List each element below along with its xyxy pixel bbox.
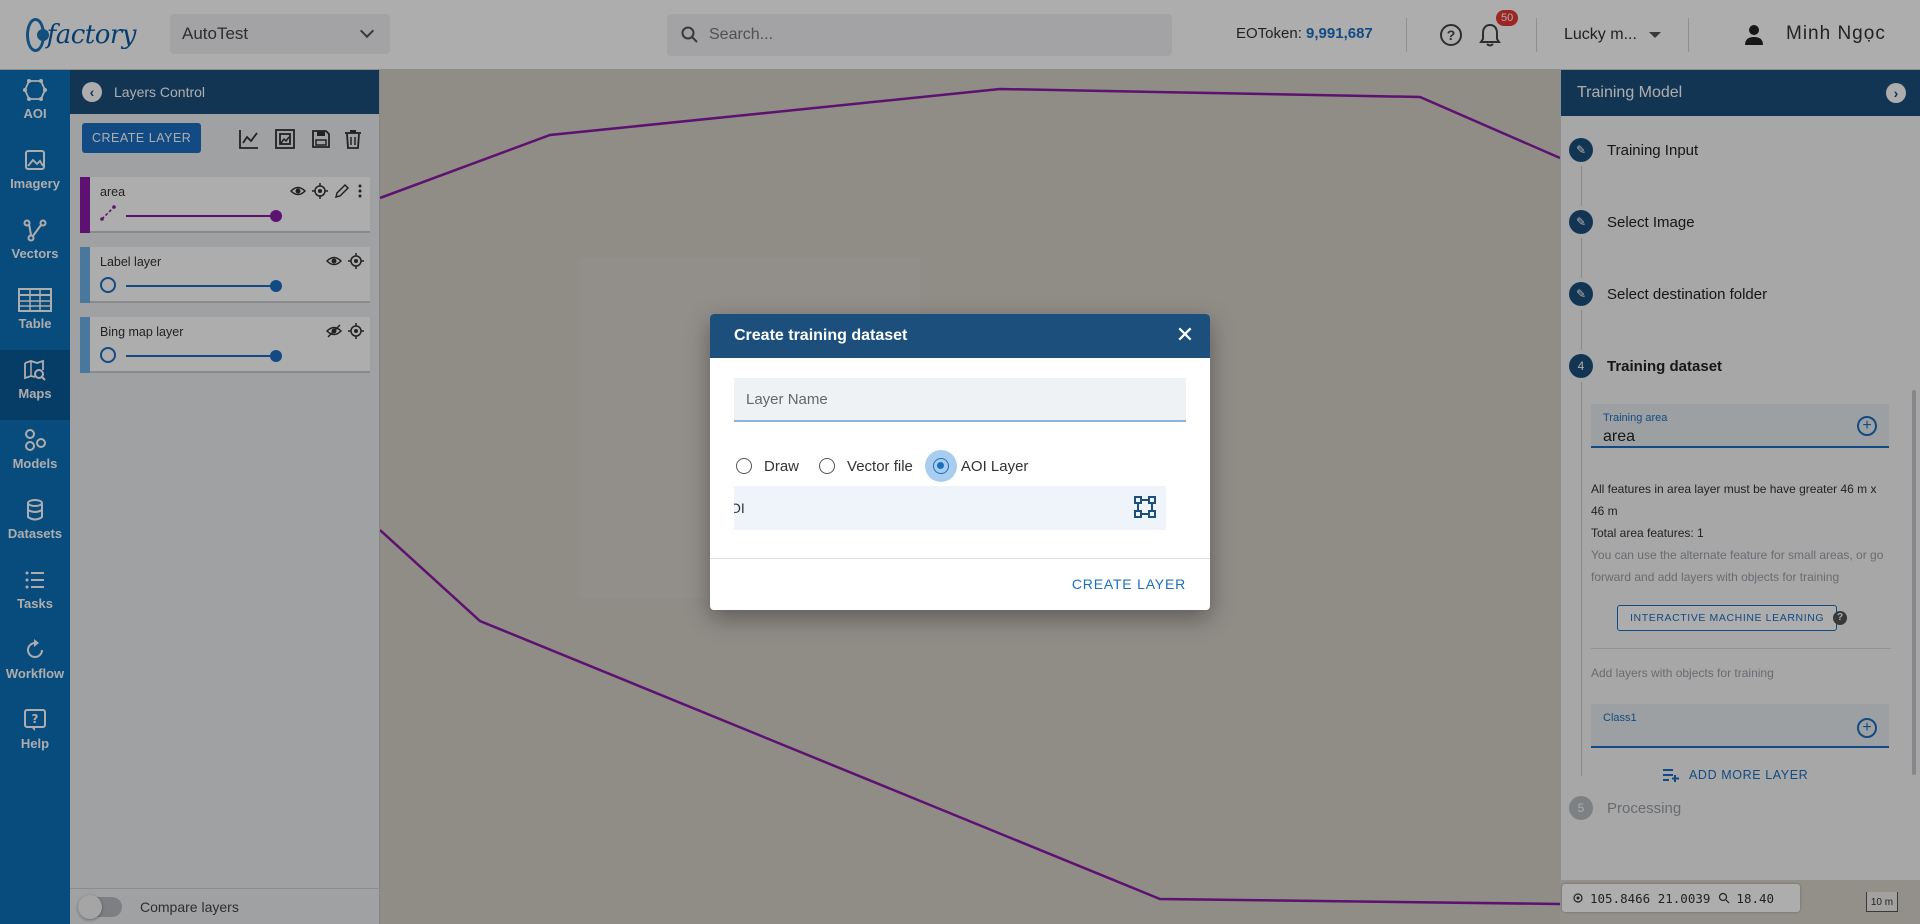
radio-vector-file[interactable]: Vector file	[819, 458, 913, 475]
radio-focus-halo	[924, 450, 957, 482]
bounding-box-icon[interactable]	[1134, 496, 1156, 518]
layer-name-field[interactable]	[734, 378, 1186, 422]
layer-name-input[interactable]	[746, 390, 1174, 408]
dialog-create-layer-button[interactable]: CREATE LAYER	[1072, 576, 1186, 592]
source-radio-group: Draw Vector file AOI Layer	[736, 450, 1048, 482]
aoi-layer-select[interactable]: OI	[734, 486, 1166, 530]
radio-label: Draw	[764, 457, 800, 475]
dialog-title: Create training dataset	[734, 327, 908, 344]
radio-label: AOI Layer	[960, 457, 1029, 475]
dialog-header: Create training dataset ✕	[710, 314, 1210, 358]
aoi-select-value: OI	[734, 500, 745, 516]
dialog-divider	[710, 558, 1210, 559]
close-icon[interactable]: ✕	[1174, 324, 1196, 347]
radio-button[interactable]	[736, 458, 752, 474]
radio-label: Vector file	[847, 457, 913, 475]
radio-aoi-layer[interactable]: AOI Layer	[924, 450, 1029, 482]
radio-draw[interactable]: Draw	[736, 458, 799, 475]
create-training-dataset-dialog: Create training dataset ✕ Draw Vector fi…	[710, 314, 1210, 610]
radio-button-selected[interactable]	[932, 458, 949, 474]
radio-button[interactable]	[819, 458, 836, 474]
